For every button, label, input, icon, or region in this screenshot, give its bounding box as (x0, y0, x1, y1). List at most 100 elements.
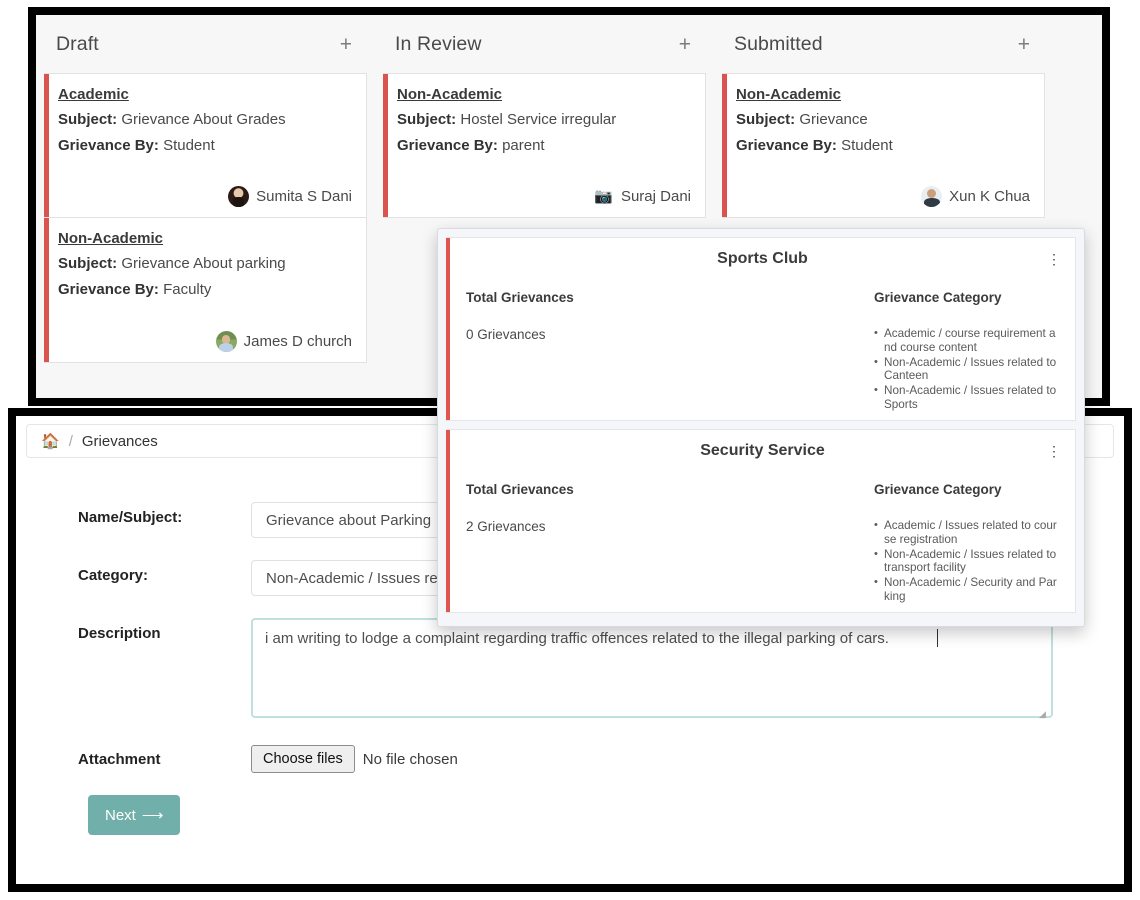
kebab-menu-icon[interactable]: ⋮ (1047, 444, 1061, 458)
card-footer: 📷 Suraj Dani (397, 178, 691, 207)
list-item: Non-Academic / Issues related to transpo… (874, 548, 1059, 576)
grievance-summary-popup: Sports Club ⋮ Total Grievances 0 Grievan… (437, 228, 1085, 627)
card-person-name: Sumita S Dani (256, 188, 352, 205)
form-row-description: Description i am writing to lodge a comp… (16, 618, 1124, 723)
card-by-label: Grievance By: (58, 280, 159, 298)
list-item: Non-Academic / Issues related to Sports (874, 384, 1059, 412)
next-button[interactable]: Next ⟶ (88, 795, 181, 835)
card-by-value: Student (163, 136, 215, 154)
add-card-button-submitted[interactable]: + (1013, 32, 1035, 57)
total-grievances-value: 2 Grievances (466, 519, 546, 534)
card-subject-label: Subject: (58, 255, 118, 272)
total-grievances-column: Total Grievances 0 Grievances (466, 290, 874, 413)
grievance-category-label: Grievance Category (874, 482, 1002, 497)
avatar (921, 186, 943, 207)
description-wrapper: i am writing to lodge a complaint regard… (251, 618, 1053, 723)
breadcrumb-separator: / (68, 432, 73, 450)
summary-card-security-service[interactable]: Security Service ⋮ Total Grievances 2 Gr… (446, 429, 1076, 613)
summary-card-columns: Total Grievances 0 Grievances Grievance … (466, 290, 1059, 413)
card-subject-value: Hostel Service irregular (460, 111, 617, 128)
total-grievances-column: Total Grievances 2 Grievances (466, 482, 874, 605)
grievance-category-list: Academic / Issues related to course regi… (874, 519, 1059, 604)
list-item: Non-Academic / Security and Parking (874, 576, 1059, 604)
description-label: Description (78, 625, 161, 642)
total-grievances-value: 0 Grievances (466, 327, 546, 342)
grievance-category-label: Grievance Category (874, 290, 1002, 305)
card-by-row: Grievance By: Student (736, 137, 1030, 156)
card-subject-label: Subject: (58, 111, 118, 128)
card-by-label: Grievance By: (58, 136, 159, 154)
summary-card-header: Security Service ⋮ (466, 442, 1061, 466)
file-control: Choose files No file chosen (251, 745, 458, 773)
list-item: Academic / course requirement and course… (874, 327, 1059, 355)
form-row-attachment: Attachment Choose files No file chosen (16, 745, 1124, 773)
card-subject-label: Subject: (397, 111, 457, 128)
summary-card-columns: Total Grievances 2 Grievances Grievance … (466, 482, 1059, 605)
card-by-row: Grievance By: Faculty (58, 281, 352, 300)
column-header-draft: Draft + (44, 15, 367, 73)
kanban-card[interactable]: Non-Academic Subject: Hostel Service irr… (383, 73, 706, 218)
card-type-link[interactable]: Non-Academic (58, 230, 163, 247)
home-icon[interactable]: 🏠 (41, 434, 60, 449)
card-subject-label: Subject: (736, 111, 796, 128)
total-grievances-label: Total Grievances (466, 482, 574, 497)
camera-icon: 📷 (592, 186, 614, 207)
choose-files-button[interactable]: Choose files (251, 745, 355, 773)
card-type-link[interactable]: Non-Academic (397, 86, 502, 103)
card-subject-value: Grievance (799, 111, 868, 128)
summary-card-title: Sports Club (717, 250, 808, 267)
avatar (215, 331, 237, 352)
card-person-name: James D church (243, 333, 352, 350)
column-title: Draft (56, 32, 99, 55)
summary-card-sports-club[interactable]: Sports Club ⋮ Total Grievances 0 Grievan… (446, 237, 1076, 421)
resize-grip-icon[interactable]: ◢ (1039, 710, 1048, 719)
avatar (228, 186, 250, 207)
arrow-right-icon: ⟶ (141, 807, 164, 824)
card-by-label: Grievance By: (736, 136, 837, 154)
total-grievances-label: Total Grievances (466, 290, 574, 305)
summary-card-header: Sports Club ⋮ (466, 250, 1061, 274)
column-header-submitted: Submitted + (722, 15, 1045, 73)
column-title: In Review (395, 32, 482, 55)
kanban-card[interactable]: Non-Academic Subject: Grievance About pa… (44, 218, 367, 363)
form-actions: Next ⟶ (16, 795, 1124, 835)
column-title: Submitted (734, 32, 823, 55)
card-subject-row: Subject: Grievance (736, 111, 1030, 130)
description-textarea[interactable]: i am writing to lodge a complaint regard… (251, 618, 1053, 718)
card-subject-row: Subject: Grievance About Grades (58, 111, 352, 130)
kanban-column-draft: Draft + Academic Subject: Grievance Abou… (36, 15, 375, 398)
name-subject-label: Name/Subject: (78, 509, 183, 526)
card-subject-row: Subject: Hostel Service irregular (397, 111, 691, 130)
card-by-row: Grievance By: Student (58, 137, 352, 156)
card-by-value: Faculty (163, 280, 212, 298)
card-type-link[interactable]: Academic (58, 86, 129, 103)
column-header-in-review: In Review + (383, 15, 706, 73)
card-footer: James D church (58, 323, 352, 352)
card-subject-value: Grievance About Grades (121, 111, 286, 128)
add-card-button-in-review[interactable]: + (674, 32, 696, 57)
grievance-category-list: Academic / course requirement and course… (874, 327, 1059, 412)
kebab-menu-icon[interactable]: ⋮ (1047, 252, 1061, 266)
card-by-value: parent (502, 136, 545, 154)
no-file-chosen-text: No file chosen (362, 750, 458, 768)
kanban-card[interactable]: Academic Subject: Grievance About Grades… (44, 73, 367, 218)
card-by-row: Grievance By: parent (397, 137, 691, 156)
card-footer: Sumita S Dani (58, 178, 352, 207)
category-label: Category: (78, 567, 149, 584)
attachment-label: Attachment (78, 751, 161, 768)
card-type-link[interactable]: Non-Academic (736, 86, 841, 103)
list-item: Non-Academic / Issues related to Canteen (874, 356, 1059, 384)
card-subject-row: Subject: Grievance About parking (58, 255, 352, 274)
add-card-button-draft[interactable]: + (335, 32, 357, 57)
card-footer: Xun K Chua (736, 178, 1030, 207)
kanban-card[interactable]: Non-Academic Subject: Grievance Grievanc… (722, 73, 1045, 218)
card-by-value: Student (841, 136, 893, 154)
grievance-category-column: Grievance Category Academic / Issues rel… (874, 482, 1059, 605)
grievance-category-column: Grievance Category Academic / course req… (874, 290, 1059, 413)
card-by-label: Grievance By: (397, 136, 498, 154)
list-item: Academic / Issues related to course regi… (874, 519, 1059, 547)
breadcrumb-current: Grievances (81, 432, 158, 450)
text-caret (937, 629, 938, 647)
card-person-name: Suraj Dani (620, 188, 691, 205)
summary-card-title: Security Service (700, 442, 825, 459)
